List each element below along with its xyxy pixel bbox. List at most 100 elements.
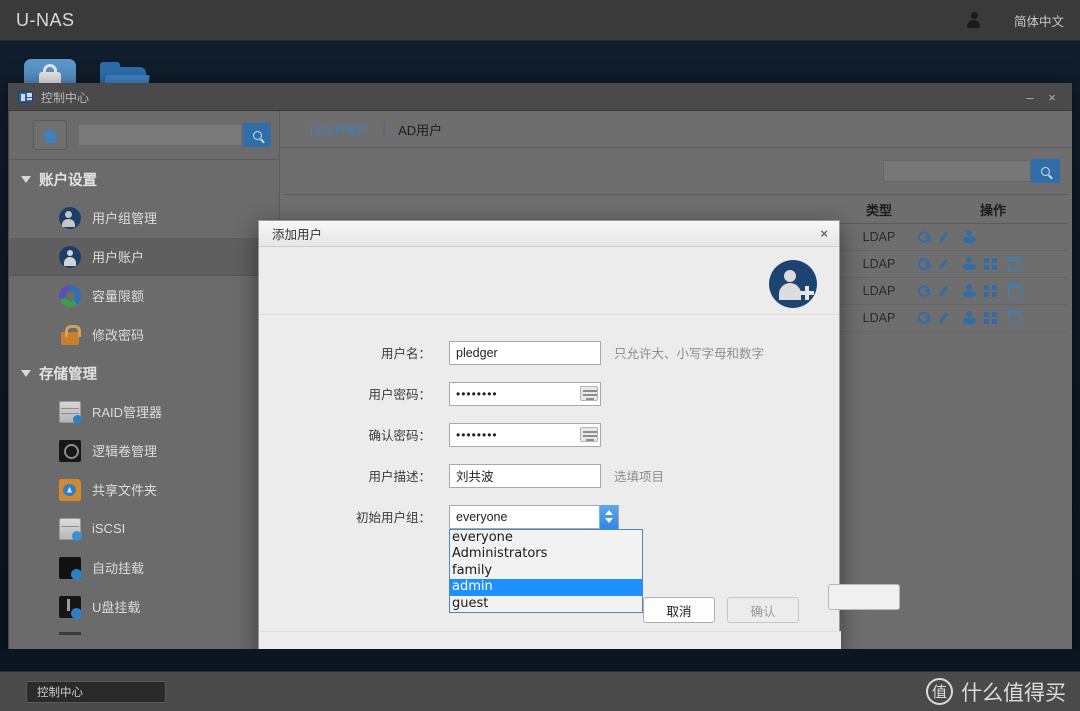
sidebar-item-label: 容量限额 bbox=[92, 289, 145, 304]
chevron-down-icon[interactable] bbox=[605, 518, 613, 523]
spinner-buttons[interactable] bbox=[599, 504, 618, 529]
tab-ad-users[interactable]: AD用户 bbox=[386, 120, 454, 139]
control-center-icon bbox=[18, 91, 33, 103]
window-buttons: – × bbox=[1019, 91, 1071, 104]
sidebar-item-iscsi[interactable]: iSCSI bbox=[9, 509, 279, 548]
group-icon[interactable] bbox=[962, 230, 977, 244]
content-toolbar bbox=[280, 148, 1072, 194]
group-icon[interactable] bbox=[962, 311, 977, 325]
option-admin[interactable]: admin bbox=[450, 579, 642, 596]
app-topbar: U-NAS 简体中文 bbox=[0, 0, 1080, 41]
sidebar-search-button[interactable] bbox=[243, 123, 271, 147]
sidebar-group-label: 账户设置 bbox=[39, 172, 97, 189]
key-icon[interactable] bbox=[918, 311, 933, 325]
hint-description: 选填项目 bbox=[614, 470, 665, 484]
cell-type: LDAP bbox=[862, 257, 896, 271]
chevron-down-icon bbox=[21, 175, 31, 183]
keyboard-icon[interactable] bbox=[580, 427, 598, 442]
label-password: 用户密码： bbox=[368, 388, 431, 402]
taskbar: 控制中心 值 什么值得买 bbox=[0, 671, 1080, 711]
sidebar-item-shared-folder[interactable]: 共享文件夹 bbox=[9, 470, 279, 509]
confirm-button[interactable]: 确认 bbox=[727, 597, 799, 623]
option-guest[interactable]: guest bbox=[450, 596, 642, 613]
iscsi-icon bbox=[59, 517, 82, 541]
cell-type: LDAP bbox=[862, 311, 896, 325]
sidebar-item-user-account[interactable]: 用户账户 bbox=[9, 237, 279, 276]
sidebar-item-change-password[interactable]: 修改密码 bbox=[9, 315, 279, 354]
trash-icon[interactable] bbox=[1006, 311, 1021, 326]
trash-icon[interactable] bbox=[1006, 257, 1021, 272]
search-icon bbox=[252, 130, 262, 140]
sidebar-item-quota[interactable]: 容量限额 bbox=[9, 276, 279, 315]
confirm-password-input[interactable]: •••••••• bbox=[449, 422, 601, 447]
primary-group-combobox[interactable]: everyone everyone Administrators family … bbox=[449, 504, 643, 614]
field-row-password: 用户密码： •••••••• bbox=[259, 373, 839, 414]
sidebar-item-label: iSCSI bbox=[92, 521, 126, 536]
avatar-body bbox=[779, 283, 801, 300]
cancel-button[interactable]: 取消 bbox=[643, 597, 715, 623]
home-button[interactable] bbox=[33, 120, 67, 150]
sidebar-item-usb-mount[interactable]: U盘挂载 bbox=[9, 587, 279, 626]
group-icon[interactable] bbox=[962, 257, 977, 271]
window-titlebar[interactable]: 控制中心 – × bbox=[9, 84, 1071, 111]
apps-icon[interactable] bbox=[984, 284, 999, 298]
pen-icon[interactable] bbox=[940, 230, 955, 244]
password-input[interactable]: •••••••• bbox=[449, 381, 601, 406]
field-row-confirm-password: 确认密码： •••••••• bbox=[259, 414, 839, 455]
watermark-badge-icon: 值 bbox=[926, 678, 953, 705]
column-header-type: 类型 bbox=[865, 202, 892, 218]
sidebar-item-lvm[interactable]: 逻辑卷管理 bbox=[9, 431, 279, 470]
combobox-dropdown-list[interactable]: everyone Administrators family admin gue… bbox=[449, 528, 643, 614]
sidebar-item-label: 用户组管理 bbox=[92, 211, 158, 226]
tab-ldap-users[interactable]: LDAP用户 bbox=[298, 120, 382, 139]
pen-icon[interactable] bbox=[940, 257, 955, 271]
close-window-button[interactable]: × bbox=[1041, 91, 1063, 104]
combobox-control[interactable]: everyone bbox=[449, 504, 619, 529]
pen-icon[interactable] bbox=[940, 284, 955, 298]
add-user-avatar-icon bbox=[769, 260, 817, 308]
sidebar-item-raid[interactable]: RAID管理器 bbox=[9, 392, 279, 431]
minimize-button[interactable]: – bbox=[1019, 91, 1041, 104]
chevron-up-icon[interactable] bbox=[605, 510, 613, 515]
dialog-form: 用户名： pledger 只允许大、小写字母和数字 用户密码： ••••••••… bbox=[259, 315, 839, 614]
control-center-window: 控制中心 – × 账户设置 用户组管理 用户账户 容量限额 修改密码 存储管理 … bbox=[8, 83, 1072, 658]
add-user-dialog: 添加用户 × 用户名： pledger 只允许大、小写字母和数字 用户密码： •… bbox=[258, 220, 900, 658]
key-icon[interactable] bbox=[918, 230, 933, 244]
close-icon[interactable]: × bbox=[820, 227, 828, 240]
description-input[interactable]: 刘共波 bbox=[449, 463, 601, 488]
key-icon[interactable] bbox=[918, 284, 933, 298]
search-button[interactable] bbox=[1031, 159, 1060, 183]
dialog-titlebar[interactable]: 添加用户 × bbox=[259, 221, 839, 247]
sidebar-item-label: U盘挂载 bbox=[92, 600, 141, 615]
sidebar-search-input[interactable] bbox=[79, 125, 241, 145]
option-administrators[interactable]: Administrators bbox=[450, 546, 642, 563]
sidebar-group-account[interactable]: 账户设置 bbox=[9, 160, 279, 198]
person-icon bbox=[966, 12, 982, 28]
apps-icon[interactable] bbox=[984, 257, 999, 271]
option-everyone[interactable]: everyone bbox=[450, 530, 642, 547]
content-tabs: LDAP用户 | AD用户 bbox=[280, 111, 1072, 148]
group-icon[interactable] bbox=[962, 284, 977, 298]
search-input[interactable] bbox=[883, 160, 1031, 182]
sidebar-group-storage[interactable]: 存储管理 bbox=[9, 354, 279, 392]
sidebar-item-user-group[interactable]: 用户组管理 bbox=[9, 198, 279, 237]
topbar-language-button[interactable]: 简体中文 bbox=[998, 0, 1080, 40]
username-input[interactable]: pledger bbox=[449, 340, 601, 365]
key-icon[interactable] bbox=[918, 257, 933, 271]
sidebar-item-automount[interactable]: 自动挂载 bbox=[9, 548, 279, 587]
lvm-icon bbox=[59, 439, 81, 462]
dialog-title: 添加用户 bbox=[272, 228, 323, 242]
plus-icon bbox=[799, 285, 815, 301]
option-family[interactable]: family bbox=[450, 563, 642, 580]
trash-icon[interactable] bbox=[1006, 284, 1021, 299]
taskbar-item-control-center[interactable]: 控制中心 bbox=[26, 680, 166, 703]
cell-operations bbox=[918, 284, 1068, 299]
field-row-primary-group: 初始用户组： everyone everyone Administrators bbox=[259, 496, 839, 614]
keyboard-icon[interactable] bbox=[580, 386, 598, 401]
pen-icon[interactable] bbox=[940, 311, 955, 325]
sidebar-item-partial bbox=[59, 632, 81, 635]
apps-icon[interactable] bbox=[984, 311, 999, 325]
watermark: 值 什么值得买 bbox=[926, 677, 1066, 707]
cell-type: LDAP bbox=[862, 284, 896, 298]
topbar-user-button[interactable] bbox=[950, 0, 998, 40]
